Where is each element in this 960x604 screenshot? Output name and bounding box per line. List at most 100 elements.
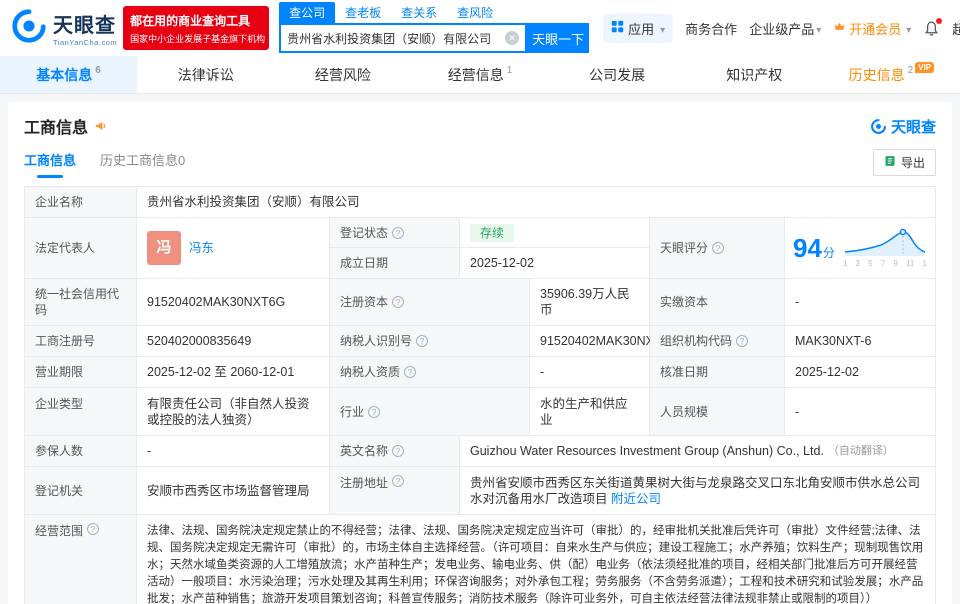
help-icon[interactable] xyxy=(392,475,404,487)
tab-intellectual-property[interactable]: 知识产权 xyxy=(686,56,823,93)
legal-rep-avatar[interactable]: 冯 xyxy=(147,231,181,265)
banner-line2: 国家中小企业发展子基金旗下机构 xyxy=(130,32,262,45)
field-label: 统一社会信用代码 xyxy=(25,279,137,325)
chevron-down-icon xyxy=(814,21,821,36)
search-tab-relation[interactable]: 查关系 xyxy=(391,2,447,23)
auto-translate-note: （自动翻译） xyxy=(828,443,894,459)
tianyancha-watermark: 天眼查 xyxy=(870,116,936,137)
crown-icon xyxy=(833,20,846,36)
help-icon[interactable] xyxy=(404,366,416,378)
tab-label: 基本信息 xyxy=(36,65,92,85)
menu-enterprise-products[interactable]: 企业级产品 xyxy=(749,19,821,38)
search-tab-boss[interactable]: 查老板 xyxy=(335,2,391,23)
table-row: 工商注册号 520402000835649 纳税人识别号 91520402MAK… xyxy=(25,326,935,357)
field-label: 人员规模 xyxy=(650,388,785,435)
export-button[interactable]: 导出 xyxy=(873,149,936,176)
company-type-value: 有限责任公司（非自然人投资或控股的法人独资） xyxy=(137,388,330,435)
table-row: 经营范围 法律、法规、国务院决定规定禁止的不得经营；法律、法规、国务院决定规定应… xyxy=(25,515,935,604)
help-icon[interactable] xyxy=(392,227,404,239)
tab-label: 公司发展 xyxy=(589,65,645,85)
tab-label: 经营信息 xyxy=(448,65,504,85)
watermark-eye-icon xyxy=(870,118,887,135)
export-file-icon xyxy=(884,155,896,170)
help-icon[interactable] xyxy=(416,335,428,347)
watermark-label: 天眼查 xyxy=(891,116,936,137)
establish-date-value: 2025-12-02 xyxy=(460,248,650,278)
help-icon[interactable] xyxy=(392,296,404,308)
search-input[interactable] xyxy=(287,31,505,45)
help-icon[interactable] xyxy=(712,242,724,254)
brand-banner: 都在用的商业查询工具 国家中小企业发展子基金旗下机构 xyxy=(123,6,269,50)
paid-capital-value: - xyxy=(785,279,935,325)
menu-super-risk[interactable]: 超级风控 xyxy=(952,19,960,38)
tab-count: 6 xyxy=(95,65,101,76)
chevron-down-icon xyxy=(904,21,911,36)
menu-business-cooperation[interactable]: 商务合作 xyxy=(685,19,737,38)
taxpayer-quality-value: - xyxy=(530,357,650,387)
export-label: 导出 xyxy=(901,154,925,171)
field-label: 实缴资本 xyxy=(650,279,785,325)
help-icon[interactable] xyxy=(87,523,99,535)
status-badge: 存续 xyxy=(470,224,514,242)
tab-label: 法律诉讼 xyxy=(178,65,234,85)
table-row: 统一社会信用代码 91520402MAK30NXT6G 注册资本 35906.3… xyxy=(25,279,935,326)
tab-label: 知识产权 xyxy=(726,65,782,85)
registration-table: 企业名称 贵州省水利投资集团（安顺）有限公司 法定代表人 冯 冯东 登记状态 存… xyxy=(24,186,936,604)
tab-legal-proceedings[interactable]: 法律诉讼 xyxy=(137,56,274,93)
field-label: 注册资本 xyxy=(330,279,530,325)
company-nav-tabs: 基本信息 6 法律诉讼 经营风险 经营信息 1 公司发展 知识产权 历史信息 2… xyxy=(0,56,960,94)
search-tab-risk[interactable]: 查风险 xyxy=(447,2,503,23)
tab-operating-risk[interactable]: 经营风险 xyxy=(274,56,411,93)
field-label: 核准日期 xyxy=(650,357,785,387)
field-label: 参保人数 xyxy=(25,436,137,466)
field-label: 登记机关 xyxy=(25,467,137,514)
reg-number-value: 520402000835649 xyxy=(137,326,330,356)
notification-bell-icon[interactable] xyxy=(923,20,940,37)
tianyancha-logo[interactable]: 天眼查 TianYanCha.com xyxy=(10,7,117,50)
field-label: 纳税人资质 xyxy=(330,357,530,387)
field-label: 营业期限 xyxy=(25,357,137,387)
notification-dot xyxy=(936,18,942,24)
search-button[interactable]: 天眼一下 xyxy=(527,23,589,53)
english-name-value: Guizhou Water Resources Investment Group… xyxy=(460,436,935,466)
industry-value: 水的生产和供应业 xyxy=(530,388,650,435)
chart-ticks: 13579111 xyxy=(843,260,927,268)
legal-rep-link[interactable]: 冯东 xyxy=(189,240,214,256)
table-row: 登记机关 安顺市西秀区市场监督管理局 注册地址 贵州省安顺市西秀区东关街道黄果树… xyxy=(25,467,935,515)
apps-grid-icon xyxy=(611,20,624,36)
tab-history-business-registration[interactable]: 历史工商信息0 xyxy=(100,146,185,178)
field-label: 行业 xyxy=(330,388,530,435)
search-area: 查公司 查老板 查关系 查风险 天眼一下 xyxy=(279,3,589,53)
logo-subtitle: TianYanCha.com xyxy=(53,38,117,47)
help-icon[interactable] xyxy=(392,445,404,457)
table-row: 企业名称 贵州省水利投资集团（安顺）有限公司 xyxy=(25,187,935,218)
section-title: 工商信息 xyxy=(24,114,88,138)
nearby-companies-link[interactable]: 附近公司 xyxy=(611,492,661,506)
search-type-tabs: 查公司 查老板 查关系 查风险 xyxy=(279,3,589,23)
score-number: 94 xyxy=(793,235,822,261)
field-label: 组织机构代码 xyxy=(650,326,785,356)
score-value[interactable]: 94 分 13579111 xyxy=(785,218,935,278)
open-vip-label: 开通会员 xyxy=(849,19,901,38)
score-unit: 分 xyxy=(823,245,835,261)
tab-operating-info[interactable]: 经营信息 1 xyxy=(411,56,548,93)
tab-basic-info[interactable]: 基本信息 6 xyxy=(0,56,137,93)
reg-address-value: 贵州省安顺市西秀区东关街道黄果树大街与龙泉路交叉口东北角安顺市供水总公司水对沉备… xyxy=(460,467,935,514)
table-row: 参保人数 - 英文名称 Guizhou Water Resources Inve… xyxy=(25,436,935,467)
apps-menu[interactable]: 应用 xyxy=(603,14,673,43)
banner-line1: 都在用的商业查询工具 xyxy=(130,12,262,29)
field-label: 企业名称 xyxy=(25,187,137,217)
help-icon[interactable] xyxy=(736,335,748,347)
reg-authority-value: 安顺市西秀区市场监督管理局 xyxy=(137,467,330,514)
table-row: 营业期限 2025-12-02 至 2060-12-01 纳税人资质 - 核准日… xyxy=(25,357,935,388)
field-label: 法定代表人 xyxy=(25,218,137,278)
taxpayer-id-value: 91520402MAK30NXT6G xyxy=(530,326,650,356)
tab-company-development[interactable]: 公司发展 xyxy=(549,56,686,93)
clear-search-icon[interactable] xyxy=(505,31,519,45)
search-tab-company[interactable]: 查公司 xyxy=(279,2,335,23)
tab-business-registration[interactable]: 工商信息 xyxy=(24,146,76,178)
menu-open-vip[interactable]: 开通会员 xyxy=(833,19,911,38)
help-icon[interactable] xyxy=(368,406,380,418)
tab-history-info[interactable]: 历史信息 2 VIP xyxy=(823,56,960,93)
search-box[interactable] xyxy=(279,23,527,53)
